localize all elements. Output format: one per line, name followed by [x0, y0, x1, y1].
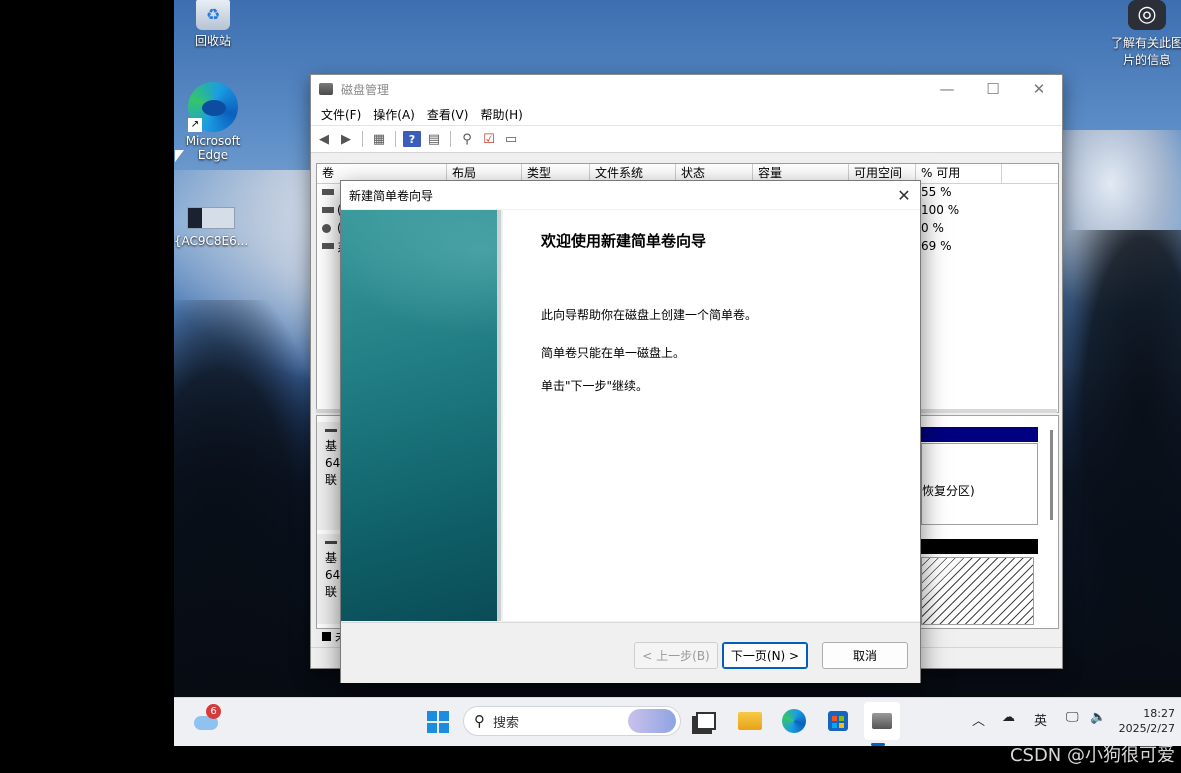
- watermark: CSDN @小狗很可爱: [1009, 745, 1175, 766]
- search-box[interactable]: ⚲ 搜索: [463, 706, 681, 736]
- search-highlight-image: [628, 709, 676, 733]
- connect-icon[interactable]: ⚲: [458, 131, 476, 147]
- edge-label-line2: Edge: [197, 148, 229, 162]
- disk-management-titlebar[interactable]: 磁盘管理 — ☐ ✕: [311, 75, 1062, 103]
- taskbar: 6 ⚲ 搜索 ︿ ☁ 英 🖵 🔈 18:27 2025/2/27: [174, 697, 1181, 746]
- disk-management-taskbar-icon[interactable]: [864, 702, 900, 746]
- unallocated-header-bar: [921, 539, 1038, 554]
- minimize-icon[interactable]: —: [924, 75, 970, 103]
- percent-free-cell: 69 %: [921, 239, 952, 253]
- back-arrow-icon[interactable]: ◀: [315, 131, 333, 147]
- info-label-line2: 片的信息: [1122, 53, 1171, 67]
- close-icon[interactable]: ✕: [888, 186, 920, 205]
- drive-icon: [322, 207, 334, 213]
- desktop-icon-edge[interactable]: ↗ Microsoft Edge: [173, 82, 253, 162]
- clock-date: 2025/2/27: [1118, 722, 1175, 735]
- close-icon[interactable]: ✕: [1016, 75, 1062, 103]
- cancel-button[interactable]: 取消: [822, 642, 908, 669]
- chevron-up-icon[interactable]: ︿: [972, 710, 985, 729]
- edge-taskbar-icon[interactable]: [780, 707, 808, 735]
- recovery-partition[interactable]: 恢复分区): [921, 443, 1038, 525]
- start-button[interactable]: [427, 711, 449, 733]
- file-explorer-icon[interactable]: [736, 707, 764, 735]
- toolbar: ◀ ▶ ▦ ? ▤ ⚲ ☑ ▭: [311, 126, 1062, 153]
- menu-help[interactable]: 帮助(H): [474, 106, 528, 123]
- screenshot-label: {AC9C8E6...: [173, 234, 249, 248]
- clock[interactable]: 18:27 2025/2/27: [1119, 706, 1175, 736]
- mouse-cursor-icon: [175, 150, 184, 162]
- wizard-heading: 欢迎使用新建简单卷向导: [541, 232, 707, 250]
- forward-arrow-icon[interactable]: ▶: [337, 131, 355, 147]
- ime-indicator[interactable]: 英: [1034, 710, 1047, 729]
- task-view-icon[interactable]: [692, 707, 720, 735]
- volume-icon[interactable]: 🔈: [1090, 710, 1106, 725]
- disk-icon: [325, 541, 337, 544]
- properties-icon[interactable]: ▤: [425, 131, 443, 147]
- menu-action[interactable]: 操作(A): [367, 106, 421, 123]
- maximize-icon[interactable]: ☐: [970, 75, 1016, 103]
- wizard-titlebar[interactable]: 新建简单卷向导 ✕: [341, 181, 920, 209]
- drive-icon: [322, 243, 334, 249]
- camera-icon: ◎: [1128, 0, 1166, 30]
- disk-management-icon: [319, 83, 333, 95]
- list-view-icon[interactable]: ▭: [502, 131, 520, 147]
- cd-drive-icon: [322, 224, 331, 233]
- wizard-paragraph-2: 简单卷只能在单一磁盘上。: [541, 346, 686, 360]
- percent-free-cell: 0 %: [921, 221, 944, 235]
- desktop-icon-screenshot[interactable]: {AC9C8E6...: [171, 207, 251, 248]
- menu-file[interactable]: 文件(F): [315, 106, 367, 123]
- menu-bar: 文件(F) 操作(A) 查看(V) 帮助(H): [311, 103, 1062, 126]
- checklist-icon[interactable]: ☑: [480, 131, 498, 147]
- store-icon[interactable]: [824, 707, 852, 735]
- recycle-bin-label: 回收站: [194, 34, 231, 48]
- drive-icon: [322, 189, 334, 195]
- unallocated-space[interactable]: [921, 557, 1034, 625]
- wizard-footer: < 上一步(B) 下一页(N) > 取消: [341, 622, 920, 683]
- notification-badge: 6: [206, 704, 221, 719]
- screenshot-thumbnail-icon: [187, 207, 235, 229]
- edge-icon: ↗: [188, 82, 238, 132]
- wizard-title: 新建简单卷向导: [349, 188, 434, 203]
- wizard-body: 欢迎使用新建简单卷向导 此向导帮助你在磁盘上创建一个简单卷。 简单卷只能在单一磁…: [503, 210, 920, 621]
- disk-icon: [325, 429, 337, 432]
- menu-view[interactable]: 查看(V): [421, 106, 475, 123]
- clock-time: 18:27: [1143, 707, 1175, 720]
- edge-label-line1: Microsoft: [185, 134, 241, 148]
- new-simple-volume-wizard: 新建简单卷向导 ✕ 欢迎使用新建简单卷向导 此向导帮助你在磁盘上创建一个简单卷。…: [340, 180, 921, 683]
- recycle-bin-icon: ♻: [196, 0, 230, 30]
- partition-label: 恢复分区): [922, 484, 975, 498]
- network-icon[interactable]: 🖵: [1066, 710, 1079, 725]
- wizard-banner: [341, 210, 501, 621]
- wizard-paragraph-1: 此向导帮助你在磁盘上创建一个简单卷。: [541, 308, 758, 322]
- next-button[interactable]: 下一页(N) >: [722, 642, 808, 669]
- percent-free-cell: 55 %: [921, 185, 952, 199]
- wizard-paragraph-3: 单击"下一步"继续。: [541, 379, 649, 393]
- unallocated-legend-swatch: [322, 631, 331, 641]
- search-icon: ⚲: [474, 712, 485, 730]
- info-label-line1: 了解有关此图: [1110, 36, 1181, 50]
- back-button[interactable]: < 上一步(B): [634, 642, 718, 669]
- desktop-icon-learn-about-picture[interactable]: ◎ 了解有关此图 片的信息: [1107, 0, 1181, 68]
- search-placeholder: 搜索: [493, 715, 520, 731]
- desktop-icon-recycle-bin[interactable]: ♻ 回收站: [173, 0, 253, 49]
- partition-header-bar: [921, 427, 1038, 442]
- percent-free-cell: 100 %: [921, 203, 960, 217]
- scrollbar[interactable]: [1050, 430, 1053, 520]
- col-percent-free[interactable]: % 可用: [916, 164, 1002, 183]
- window-title: 磁盘管理: [341, 82, 390, 97]
- onedrive-icon[interactable]: ☁: [1002, 710, 1015, 725]
- console-tree-icon[interactable]: ▦: [370, 131, 388, 147]
- weather-widget[interactable]: 6: [194, 704, 221, 730]
- help-icon[interactable]: ?: [403, 131, 421, 147]
